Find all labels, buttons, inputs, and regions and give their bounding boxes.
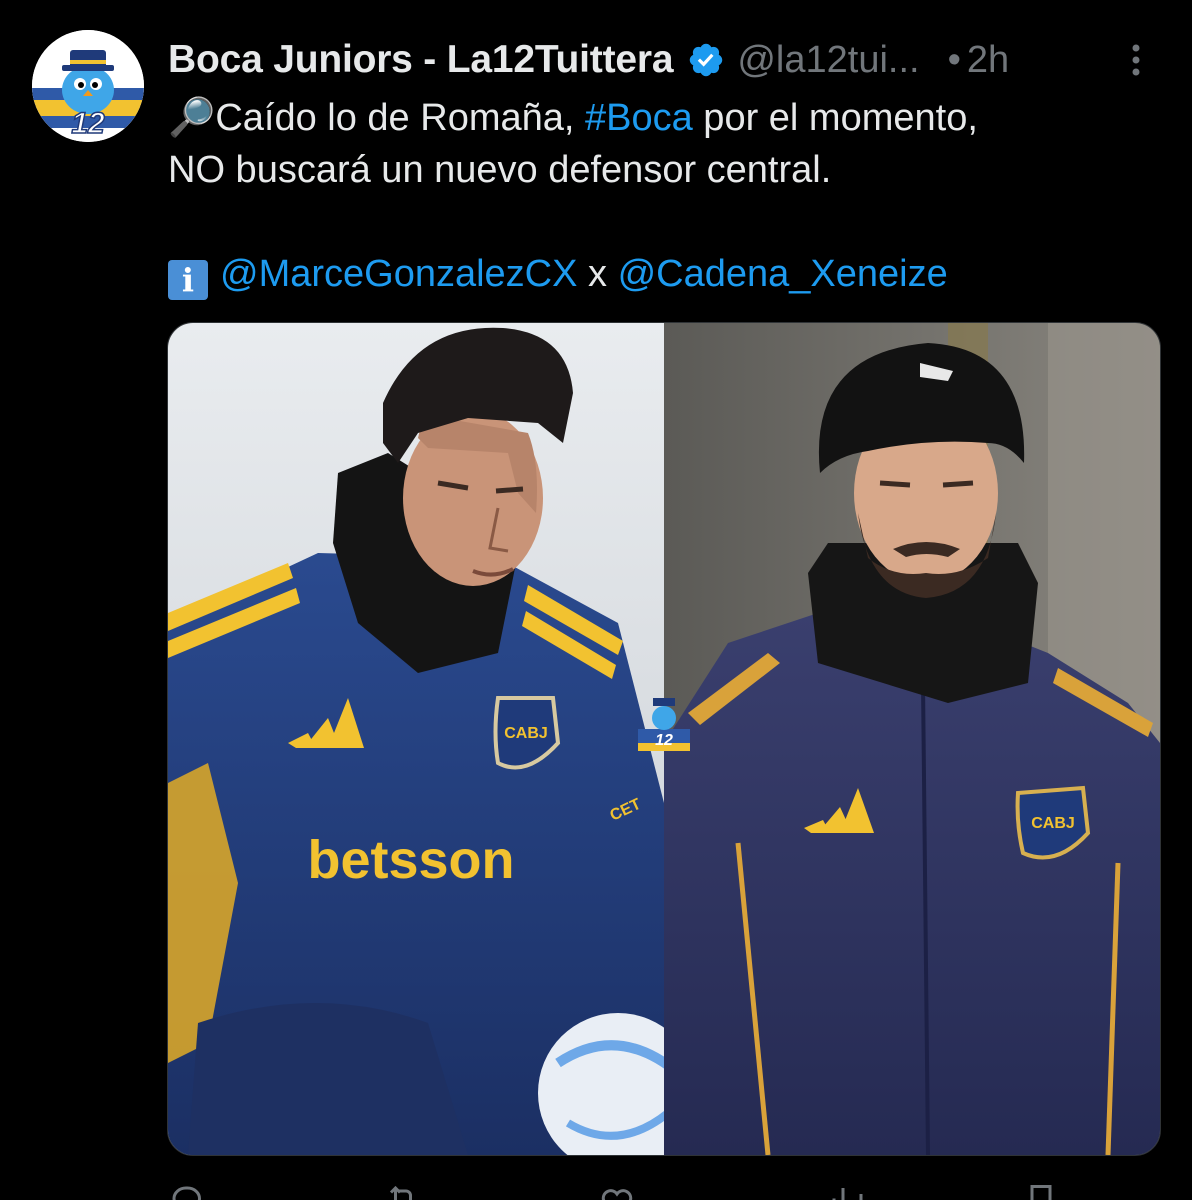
text-segment: por el momento,: [692, 97, 978, 139]
more-vertical-icon[interactable]: [1126, 40, 1146, 80]
handle[interactable]: @la12tui...: [737, 39, 919, 82]
mention-link[interactable]: @Cadena_Xeneize: [618, 253, 948, 295]
tweet-text-line-1: 🔎Caído lo de Romaña, #Boca por el moment…: [168, 92, 1158, 144]
text-segment: Caído lo de Romaña,: [215, 97, 585, 139]
la12-logo: 12: [32, 30, 144, 142]
bookmark-button[interactable]: [1023, 1182, 1059, 1200]
views-button[interactable]: [828, 1182, 864, 1200]
info-emoji-icon: i: [168, 260, 208, 300]
svg-text:12: 12: [71, 107, 105, 140]
verified-badge-icon[interactable]: [687, 41, 725, 79]
timestamp[interactable]: 2h: [967, 39, 1009, 82]
svg-text:betsson: betsson: [307, 830, 514, 890]
tweet[interactable]: 12 Boca Juniors - La12Tuittera @la12tui.…: [0, 0, 1192, 1200]
tweet-action-bar: [168, 1182, 1168, 1200]
tweet-text-line-2: NO buscará un nuevo defensor central.: [168, 149, 832, 191]
display-name[interactable]: Boca Juniors - La12Tuittera: [168, 38, 674, 82]
magnifier-emoji: 🔎: [168, 97, 216, 139]
hashtag-link[interactable]: #Boca: [585, 97, 693, 139]
reply-button[interactable]: [168, 1182, 204, 1200]
heart-icon: [601, 1189, 633, 1200]
media-photo: CABJ betsson CET CABJ 12: [168, 323, 1160, 1155]
reply-icon: [172, 1186, 202, 1200]
retweet-button[interactable]: [383, 1182, 423, 1200]
tweet-header: Boca Juniors - La12Tuittera @la12tui... …: [168, 36, 1009, 84]
mention-link[interactable]: @MarceGonzalezCX: [220, 253, 577, 295]
avatar[interactable]: 12: [32, 30, 144, 142]
retweet-icon: [389, 1185, 412, 1200]
bookmark-icon: [1030, 1185, 1052, 1200]
tweet-text-line-3: i @MarceGonzalezCX x @Cadena_Xeneize: [168, 248, 1158, 300]
separator-dot: •: [947, 38, 961, 81]
views-icon: [832, 1188, 863, 1200]
svg-text:CABJ: CABJ: [504, 725, 548, 742]
like-button[interactable]: [598, 1182, 636, 1200]
text-segment: x: [577, 253, 618, 295]
svg-text:12: 12: [655, 732, 673, 749]
tweet-media-image[interactable]: CABJ betsson CET CABJ 12: [167, 322, 1161, 1156]
svg-text:CABJ: CABJ: [1031, 815, 1075, 832]
tweet-text: 🔎Caído lo de Romaña, #Boca por el moment…: [168, 92, 1158, 300]
